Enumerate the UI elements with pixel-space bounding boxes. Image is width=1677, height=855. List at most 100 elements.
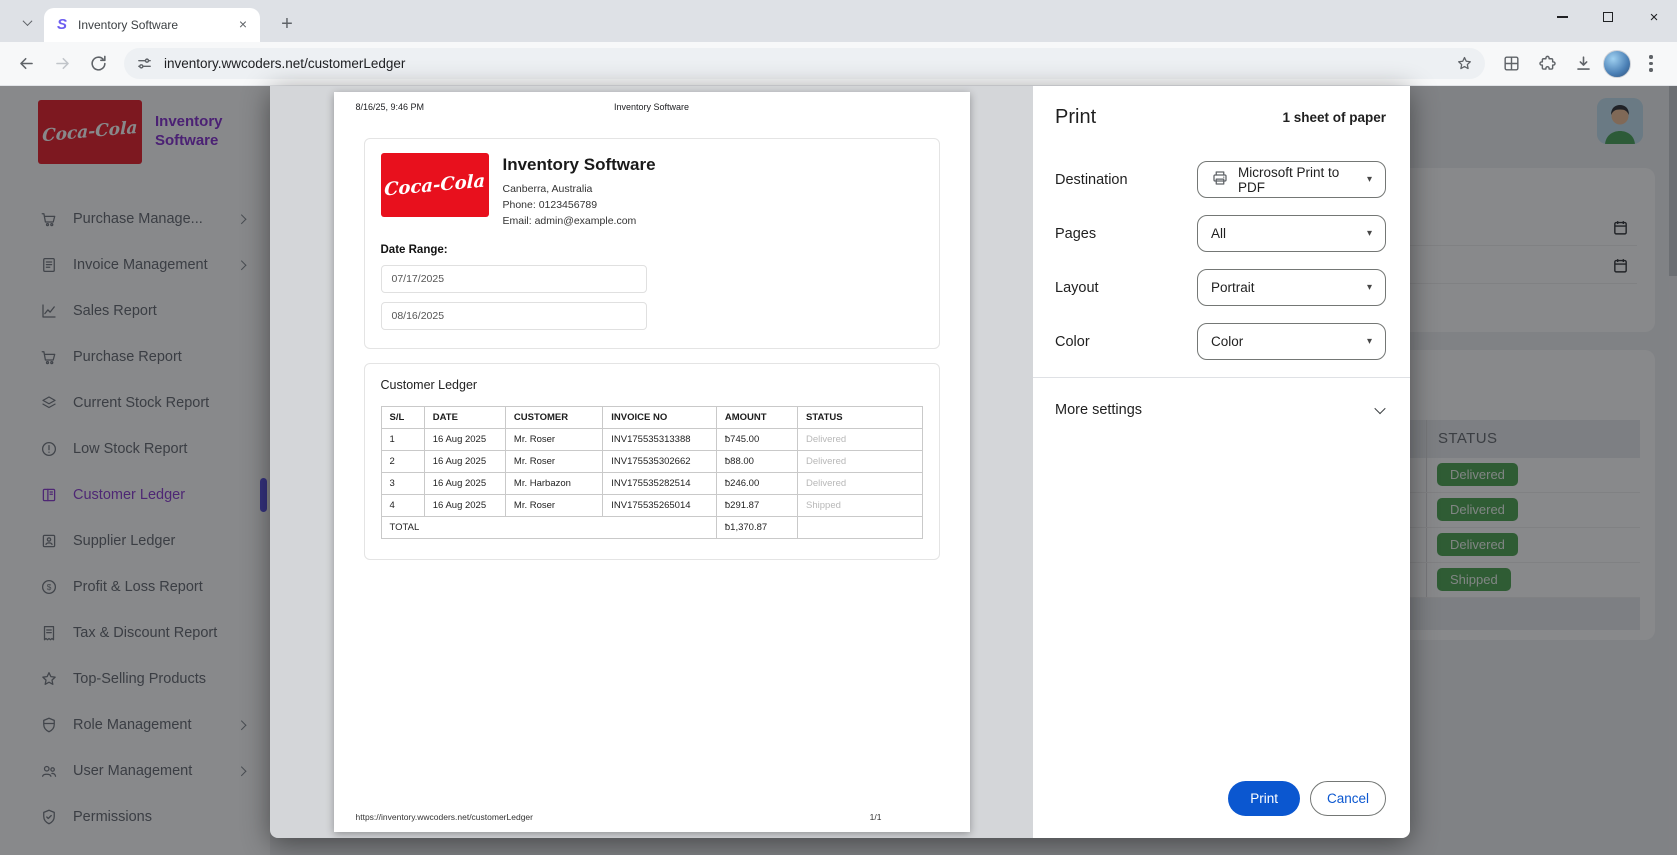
- address-bar[interactable]: inventory.wwcoders.net/customerLedger: [124, 48, 1485, 79]
- dropdown-caret-icon: ▾: [1367, 282, 1372, 293]
- layout-dropdown[interactable]: Portrait ▾: [1197, 269, 1386, 306]
- date-range-from: 07/17/2025: [381, 265, 647, 293]
- chevron-down-icon: [22, 16, 32, 26]
- extensions-button[interactable]: [1531, 48, 1563, 80]
- doc-logo-text: Coca-Cola: [384, 170, 485, 200]
- page-footer: https://inventory.wwcoders.net/customerL…: [356, 812, 948, 822]
- field-label: Color: [1055, 334, 1197, 350]
- doc-col-status: STATUS: [798, 407, 922, 429]
- more-settings-label: More settings: [1055, 402, 1142, 418]
- field-value: Portrait: [1211, 280, 1255, 295]
- site-info-icon: [136, 55, 153, 72]
- forward-arrow-icon: [53, 54, 72, 73]
- date-range-label: Date Range:: [381, 244, 923, 256]
- field-label: Destination: [1055, 172, 1197, 188]
- ledger-row: 416 Aug 2025Mr. RoserINV175535265014ƀ291…: [381, 495, 922, 517]
- doc-col-s-l: S/L: [381, 407, 424, 429]
- sheet-count-label: 1 sheet of paper: [1282, 110, 1386, 125]
- bookmark-star-icon[interactable]: [1456, 55, 1473, 72]
- browser-toolbar: inventory.wwcoders.net/customerLedger: [0, 42, 1677, 86]
- url-text: inventory.wwcoders.net/customerLedger: [164, 56, 1456, 71]
- reload-button[interactable]: [82, 48, 114, 80]
- color-dropdown[interactable]: Color ▾: [1197, 323, 1386, 360]
- print-settings-panel: Print 1 sheet of paper DestinationMicros…: [1033, 86, 1410, 838]
- doc-company-email: Email: admin@example.com: [503, 214, 656, 230]
- more-settings-toggle[interactable]: More settings: [1033, 377, 1410, 441]
- page-header: 8/16/25, 9:46 PM Inventory Software: [334, 92, 970, 112]
- ledger-total-row: TOTALƀ1,370.87: [381, 517, 922, 539]
- doc-table-head-row: S/LDATECUSTOMERINVOICE NOAMOUNTSTATUS: [381, 407, 922, 429]
- window-maximize-button[interactable]: [1585, 0, 1631, 34]
- print-button[interactable]: Print: [1228, 781, 1300, 816]
- print-timestamp: 8/16/25, 9:46 PM: [356, 102, 425, 112]
- destination-dropdown[interactable]: Microsoft Print to PDF ▾: [1197, 161, 1386, 198]
- side-panel-button[interactable]: [1495, 48, 1527, 80]
- total-amount: ƀ1,370.87: [716, 517, 797, 539]
- doc-col-amount: AMOUNT: [716, 407, 797, 429]
- section-title: Customer Ledger: [381, 378, 923, 392]
- footer-page-number: 1/1: [870, 812, 882, 822]
- doc-company-phone: Phone: 0123456789: [503, 198, 656, 214]
- puzzle-icon: [1538, 54, 1557, 73]
- field-value: All: [1211, 226, 1226, 241]
- field-label: Pages: [1055, 226, 1197, 242]
- ledger-table: S/LDATECUSTOMERINVOICE NOAMOUNTSTATUS 11…: [381, 406, 923, 539]
- tab-strip: S Inventory Software × + ×: [0, 0, 1677, 42]
- tab-search-button[interactable]: [14, 9, 40, 35]
- new-tab-button[interactable]: +: [274, 12, 300, 38]
- printer-icon: [1211, 169, 1229, 190]
- print-field-layout: Layout Portrait ▾: [1055, 269, 1386, 306]
- print-dialog-title: Print: [1055, 106, 1096, 129]
- dropdown-caret-icon: ▾: [1367, 336, 1372, 347]
- field-value: Microsoft Print to PDF: [1238, 165, 1358, 195]
- browser-tab[interactable]: S Inventory Software ×: [44, 8, 260, 42]
- browser-profile-avatar[interactable]: [1603, 50, 1631, 78]
- ledger-row: 316 Aug 2025Mr. HarbazonINV175535282514ƀ…: [381, 473, 922, 495]
- browser-window: S Inventory Software × + × inventory.wwc…: [0, 0, 1677, 855]
- tab-favicon-icon: S: [54, 17, 70, 33]
- download-icon: [1574, 54, 1593, 73]
- doc-company-name: Inventory Software: [503, 155, 656, 175]
- downloads-button[interactable]: [1567, 48, 1599, 80]
- dropdown-caret-icon: ▾: [1367, 228, 1372, 239]
- print-doc-title: Inventory Software: [614, 102, 689, 112]
- chevron-down-icon: [1374, 402, 1385, 413]
- doc-col-date: DATE: [424, 407, 505, 429]
- date-range-to: 08/16/2025: [381, 302, 647, 330]
- doc-table-body: 116 Aug 2025Mr. RoserINV175535313388ƀ745…: [381, 429, 922, 539]
- customer-ledger-card: Customer Ledger S/LDATECUSTOMERINVOICE N…: [364, 363, 940, 560]
- field-label: Layout: [1055, 280, 1197, 296]
- window-controls: ×: [1539, 0, 1677, 34]
- print-preview-area: 8/16/25, 9:46 PM Inventory Software Coca…: [270, 86, 1033, 838]
- field-value: Color: [1211, 334, 1243, 349]
- doc-company-logo: Coca-Cola: [381, 153, 489, 217]
- print-field-color: Color Color ▾: [1055, 323, 1386, 360]
- back-button[interactable]: [10, 48, 42, 80]
- forward-button[interactable]: [46, 48, 78, 80]
- tab-title: Inventory Software: [78, 18, 234, 32]
- three-dots-icon: [1649, 55, 1652, 71]
- window-close-button[interactable]: ×: [1631, 0, 1677, 34]
- pages-dropdown[interactable]: All ▾: [1197, 215, 1386, 252]
- window-minimize-button[interactable]: [1539, 0, 1585, 34]
- footer-url: https://inventory.wwcoders.net/customerL…: [356, 812, 533, 822]
- print-dialog: 8/16/25, 9:46 PM Inventory Software Coca…: [270, 86, 1410, 838]
- doc-company-address: Canberra, Australia: [503, 182, 656, 198]
- print-field-destination: Destination Microsoft Print to PDF ▾: [1055, 161, 1386, 198]
- minimize-icon: [1557, 16, 1568, 17]
- maximize-icon: [1603, 12, 1613, 22]
- reload-icon: [89, 54, 108, 73]
- tab-close-icon[interactable]: ×: [234, 16, 252, 34]
- grid-icon: [1502, 54, 1521, 73]
- company-info-card: Coca-Cola Inventory Software Canberra, A…: [364, 138, 940, 349]
- print-field-pages: Pages All ▾: [1055, 215, 1386, 252]
- doc-col-invoice-no: INVOICE NO: [603, 407, 717, 429]
- dropdown-caret-icon: ▾: [1367, 174, 1372, 185]
- browser-menu-button[interactable]: [1635, 48, 1667, 80]
- ledger-row: 216 Aug 2025Mr. RoserINV175535302662ƀ88.…: [381, 451, 922, 473]
- total-label: TOTAL: [381, 517, 716, 539]
- print-preview-page: 8/16/25, 9:46 PM Inventory Software Coca…: [334, 92, 970, 832]
- tab-content: Coca-Cola Inventory Software Purchase Ma…: [0, 86, 1677, 855]
- print-fields: DestinationMicrosoft Print to PDF▾PagesA…: [1033, 161, 1410, 377]
- cancel-button[interactable]: Cancel: [1310, 781, 1386, 816]
